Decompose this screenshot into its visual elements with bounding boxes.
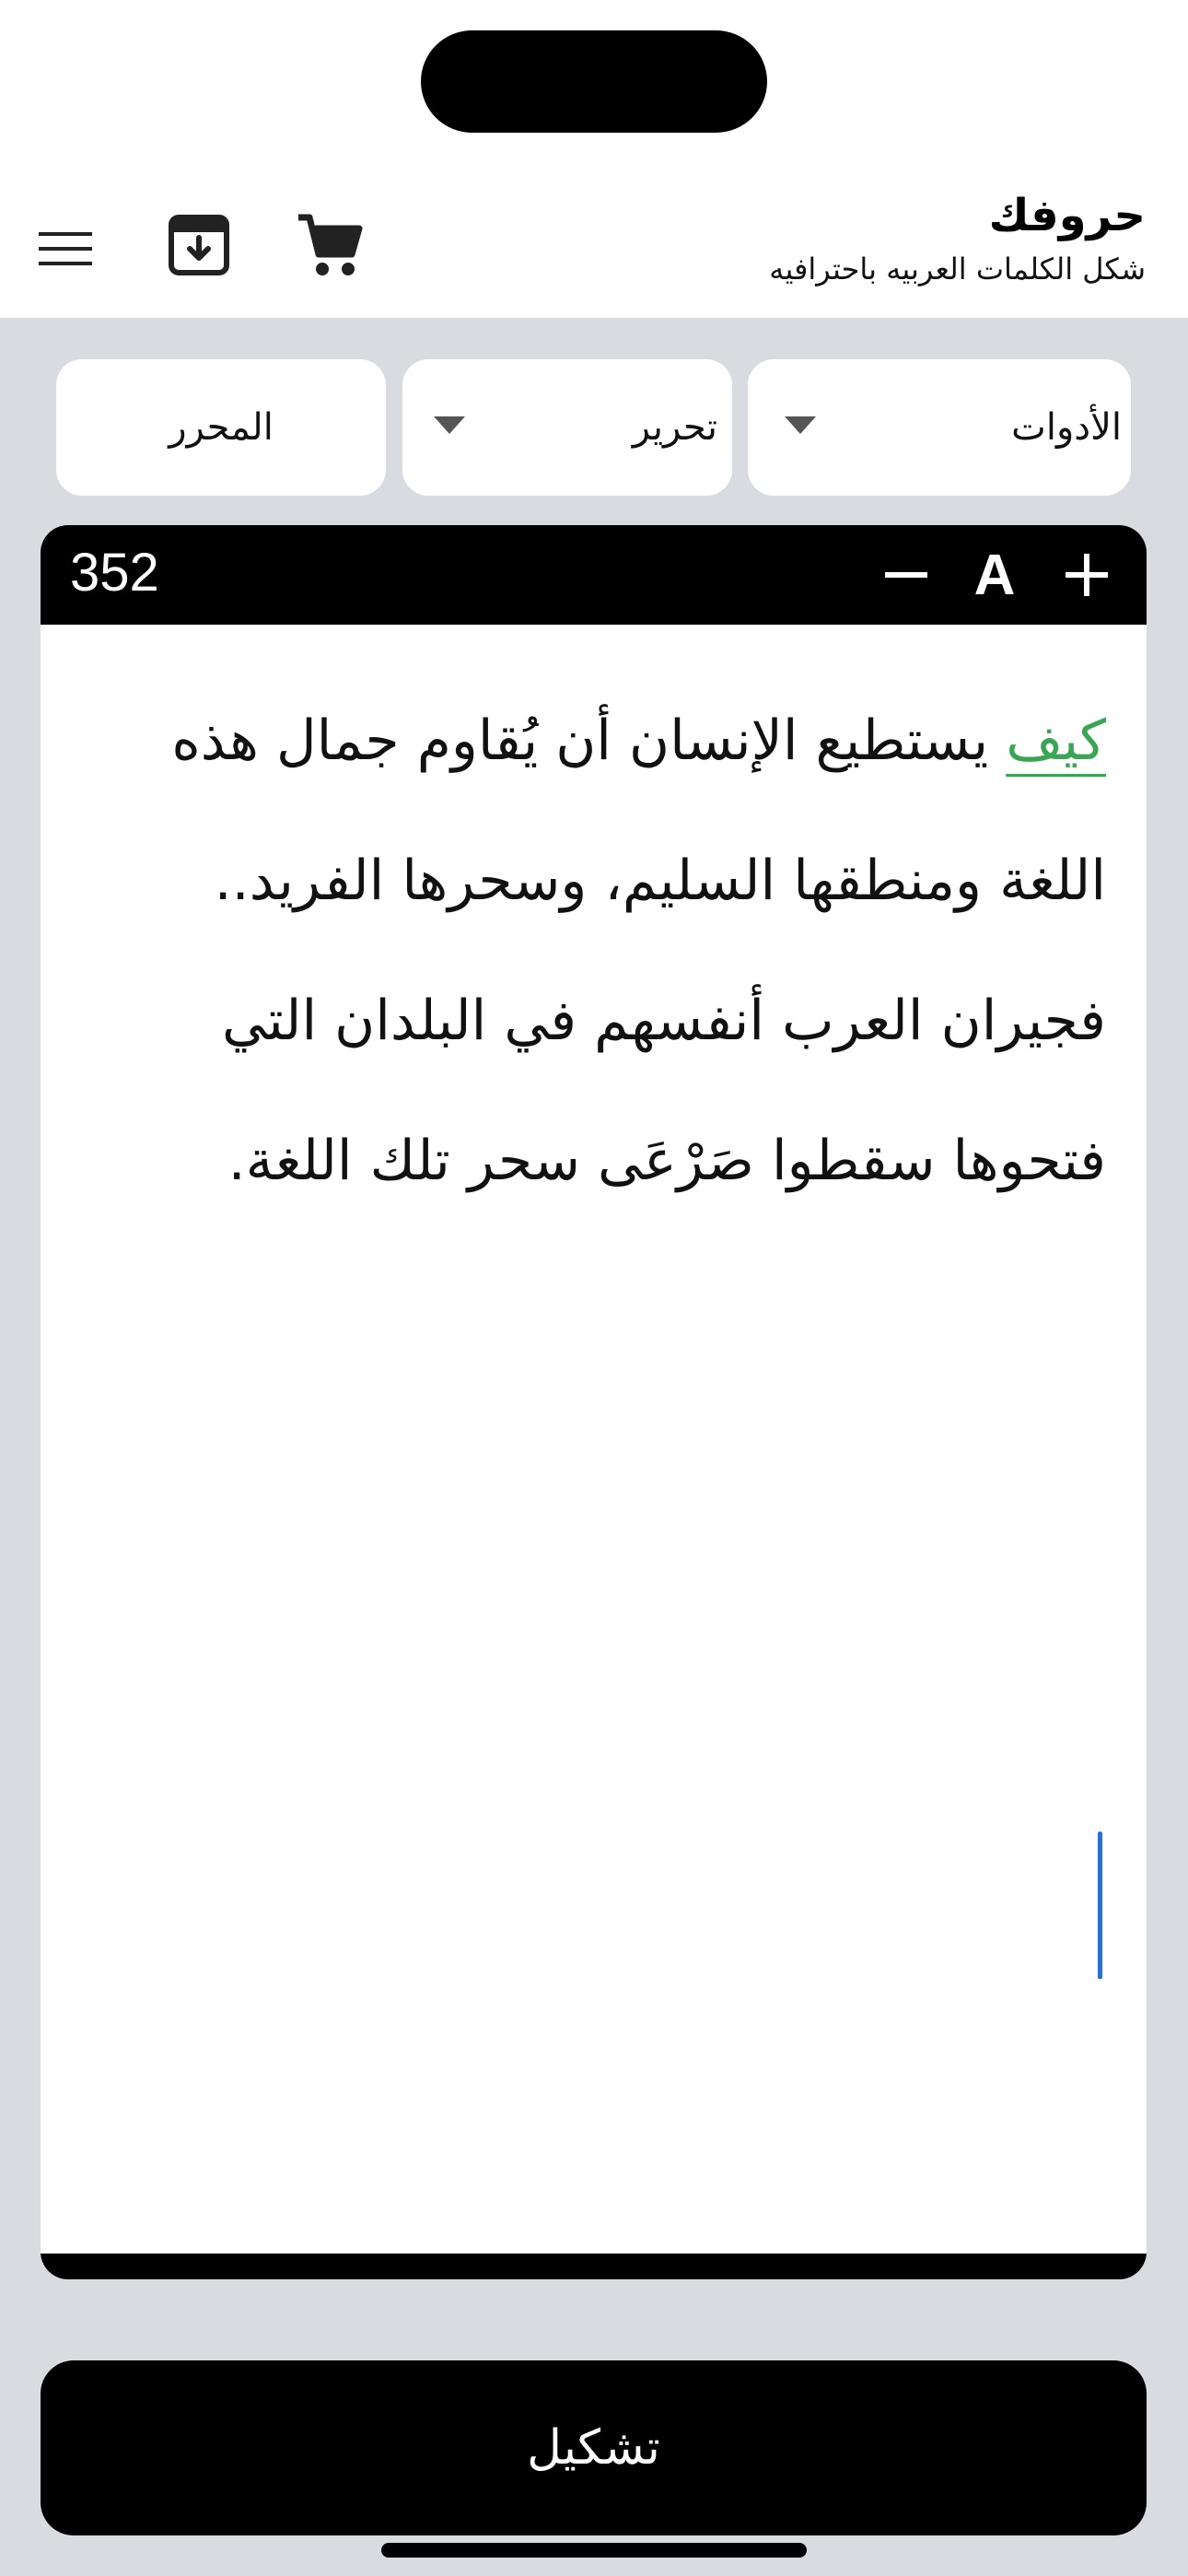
- edit-dropdown[interactable]: تحرير: [402, 359, 732, 496]
- app-title: حروفك: [988, 190, 1146, 241]
- hamburger-menu-icon[interactable]: [37, 219, 96, 278]
- decrease-font-button[interactable]: [877, 538, 936, 612]
- highlighted-word[interactable]: كيف: [1006, 708, 1106, 773]
- tashkeel-button[interactable]: تشكيل: [41, 2360, 1147, 2535]
- text-editor[interactable]: كيف يستطيع الإنسان أن يُقاوم جمال هذه ال…: [41, 625, 1147, 2254]
- plus-icon: [1066, 554, 1108, 596]
- archive-download-icon[interactable]: [166, 212, 232, 278]
- minus-icon: [885, 572, 927, 578]
- editor-button[interactable]: المحرر: [56, 359, 386, 496]
- editor-text-content: يستطيع الإنسان أن يُقاوم جمال هذه اللغة …: [171, 708, 1106, 1193]
- increase-font-button[interactable]: [1054, 538, 1120, 612]
- tools-dropdown-label: الأدوات: [1011, 406, 1122, 449]
- app-screen: حروفك شكل الكلمات العربيه باحترافيه الأد…: [0, 0, 1188, 2576]
- editor-toolbar: 352 A: [41, 525, 1147, 625]
- shopping-cart-icon[interactable]: [293, 208, 367, 282]
- text-cursor: [1098, 1832, 1102, 1979]
- caret-down-icon: [434, 416, 465, 434]
- edit-dropdown-label: تحرير: [632, 406, 717, 449]
- controls-row: الأدوات تحرير المحرر: [0, 359, 1188, 498]
- caret-down-icon: [785, 416, 816, 434]
- app-subtitle: شكل الكلمات العربيه باحترافيه: [769, 252, 1146, 287]
- brand: حروفك شكل الكلمات العربيه باحترافيه: [769, 186, 1146, 289]
- app-header: حروفك شكل الكلمات العربيه باحترافيه: [0, 177, 1188, 318]
- font-size-button[interactable]: A: [965, 538, 1024, 612]
- editor-card: 352 A كيف يستطيع الإنسان أن يُقاوم جمال …: [41, 525, 1147, 2279]
- status-bar: [0, 0, 1188, 177]
- character-count: 352: [70, 543, 159, 603]
- tools-dropdown[interactable]: الأدوات: [748, 359, 1131, 496]
- editor-text[interactable]: كيف يستطيع الإنسان أن يُقاوم جمال هذه ال…: [84, 671, 1106, 1231]
- dynamic-island: [421, 30, 767, 133]
- home-indicator: [381, 2543, 807, 2558]
- editor-button-label: المحرر: [169, 406, 274, 449]
